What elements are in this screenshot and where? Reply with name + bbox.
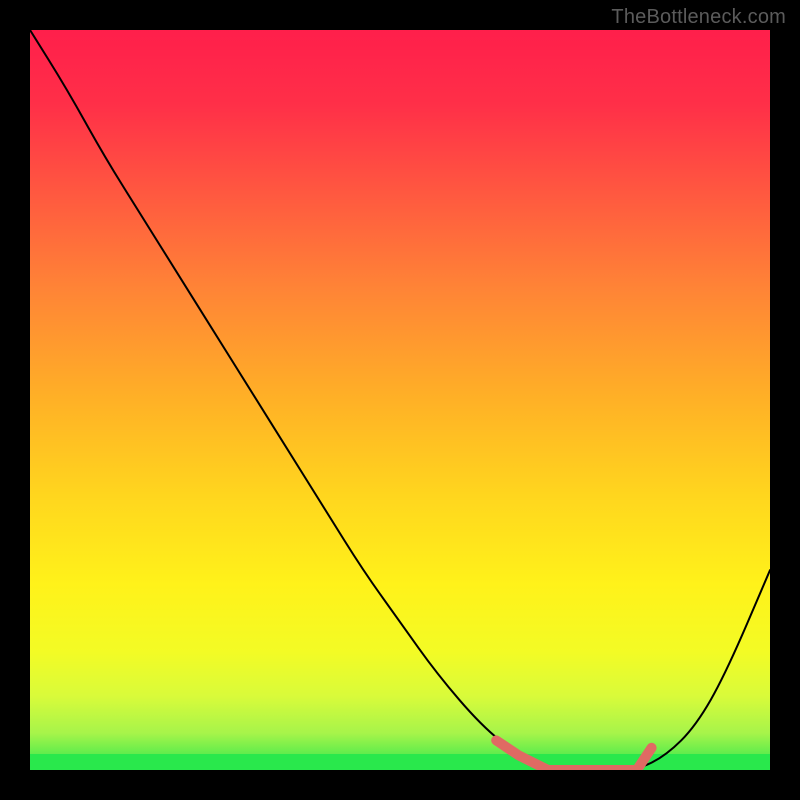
watermark-text: TheBottleneck.com — [611, 6, 786, 29]
plot-area — [30, 30, 770, 770]
chart-canvas: TheBottleneck.com — [0, 0, 800, 800]
bottleneck-curve — [30, 30, 770, 770]
